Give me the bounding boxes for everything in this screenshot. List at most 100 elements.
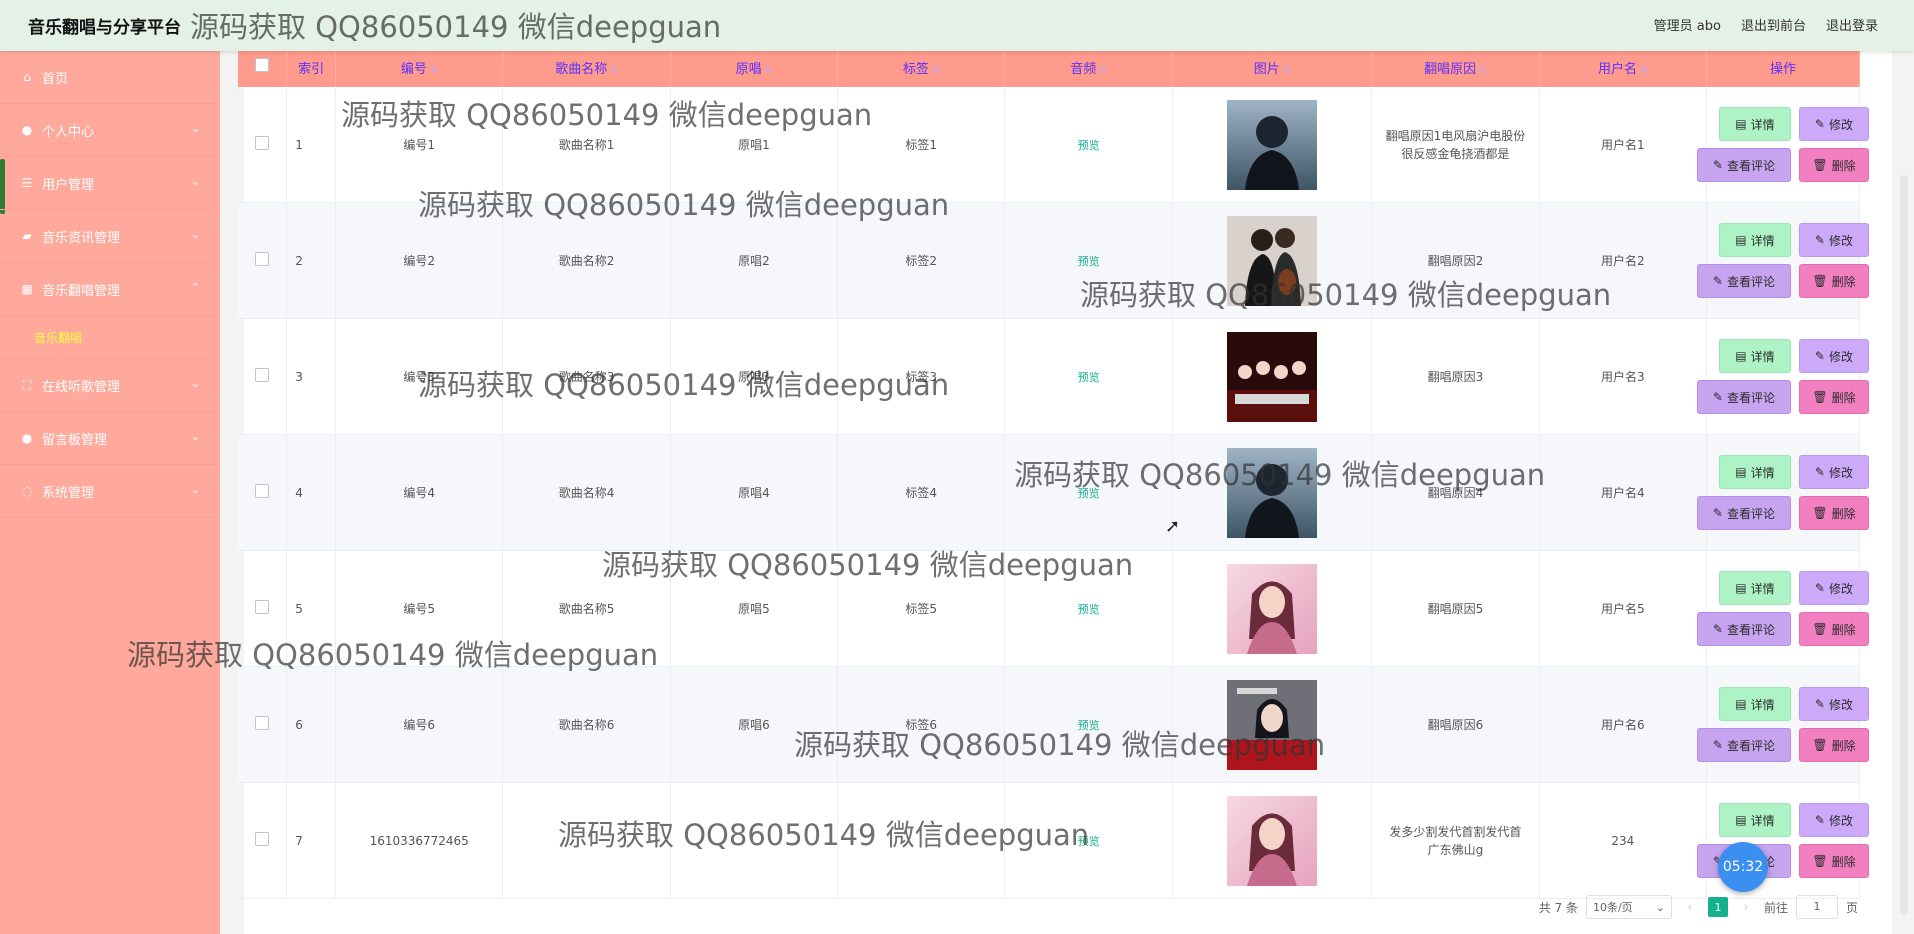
audio-preview-link[interactable]: 预览 xyxy=(1078,139,1100,152)
row-checkbox[interactable] xyxy=(255,716,270,730)
cover-image[interactable] xyxy=(1227,447,1317,538)
sidebar-item-system-management[interactable]: ◌ 系统管理 ⌄ xyxy=(0,465,220,518)
delete-button[interactable]: 🗑 删除 xyxy=(1798,612,1869,646)
page-1-button[interactable]: 1 xyxy=(1707,897,1728,917)
column-header[interactable]: 翻唱原因 ⇅ xyxy=(1371,47,1540,87)
edit-button[interactable]: ✎ 修改 xyxy=(1798,803,1869,837)
row-select-cell[interactable] xyxy=(238,202,288,319)
column-header[interactable]: 编号 ⇅ xyxy=(335,47,504,87)
edit-button[interactable]: ✎ 修改 xyxy=(1798,455,1869,489)
delete-button[interactable]: 🗑 删除 xyxy=(1798,844,1869,878)
sort-icon[interactable]: ⇅ xyxy=(765,66,773,76)
detail-button[interactable]: ▤ 详情 xyxy=(1718,803,1791,837)
view-comments-button[interactable]: ✎查看评论 xyxy=(1696,148,1791,182)
view-comments-button[interactable]: ✎查看评论 xyxy=(1696,728,1791,762)
sort-icon[interactable]: ⇅ xyxy=(932,66,940,76)
timer-badge[interactable]: 05:32 xyxy=(1718,842,1768,892)
actions-cell: ▤详情✎修改✎查看评论🗑删除 xyxy=(1696,434,1869,551)
audio-preview-link[interactable]: 预览 xyxy=(1078,255,1100,268)
row-checkbox[interactable] xyxy=(255,252,270,266)
edit-button[interactable]: ✎ 修改 xyxy=(1798,107,1869,141)
goto-page-input[interactable]: 1 xyxy=(1795,895,1838,919)
cover-image[interactable] xyxy=(1227,331,1317,422)
detail-button[interactable]: ▤ 详情 xyxy=(1718,455,1791,489)
sort-icon[interactable]: ⇅ xyxy=(1479,66,1487,76)
row-select-cell[interactable] xyxy=(238,318,288,435)
sort-icon[interactable]: ⇅ xyxy=(610,66,618,76)
column-header[interactable]: 歌曲名称 ⇅ xyxy=(502,47,671,87)
sidebar-subitem-music-cover[interactable]: 音乐翻唱 xyxy=(0,316,220,359)
cover-image[interactable] xyxy=(1227,563,1317,654)
code-cell: 编号1 xyxy=(335,87,504,203)
row-checkbox[interactable] xyxy=(255,832,270,846)
column-header[interactable]: 音频 ⇅ xyxy=(1004,47,1173,87)
select-all-checkbox[interactable] xyxy=(255,58,270,72)
page-size-select[interactable]: 10条/页 ⌄ xyxy=(1585,895,1672,919)
delete-button[interactable]: 🗑 删除 xyxy=(1798,496,1869,530)
edit-button[interactable]: ✎ 修改 xyxy=(1798,223,1869,257)
row-select-cell[interactable] xyxy=(238,434,288,551)
view-comments-button[interactable]: ✎查看评论 xyxy=(1696,380,1791,414)
sidebar-item-message-board[interactable]: ● 留言板管理 ⌄ xyxy=(0,412,220,465)
row-checkbox[interactable] xyxy=(255,136,270,150)
cover-image[interactable] xyxy=(1227,795,1317,886)
sort-icon[interactable]: ⇅ xyxy=(1640,66,1648,76)
page-scrollbar[interactable] xyxy=(1900,175,1908,915)
delete-button[interactable]: 🗑 删除 xyxy=(1798,380,1869,414)
cover-reason-cell: 翻唱原因6 xyxy=(1371,666,1540,783)
index-cell: 7 xyxy=(286,782,337,899)
detail-button[interactable]: ▤ 详情 xyxy=(1718,339,1791,373)
logout-link[interactable]: 退出登录 xyxy=(1826,15,1878,34)
detail-button[interactable]: ▤ 详情 xyxy=(1718,687,1791,721)
audio-preview-link[interactable]: 预览 xyxy=(1078,487,1100,500)
audio-preview-link[interactable]: 预览 xyxy=(1078,835,1100,848)
delete-button[interactable]: 🗑 删除 xyxy=(1798,148,1869,182)
sort-icon[interactable]: ⇅ xyxy=(1283,66,1291,76)
cover-image[interactable] xyxy=(1227,215,1317,306)
detail-button[interactable]: ▤ 详情 xyxy=(1718,223,1791,257)
delete-button[interactable]: 🗑 删除 xyxy=(1798,728,1869,762)
row-select-cell[interactable] xyxy=(238,550,288,667)
pencil-icon: ✎ xyxy=(1814,697,1825,711)
edit-button[interactable]: ✎ 修改 xyxy=(1798,687,1869,721)
cover-image[interactable] xyxy=(1227,99,1317,190)
sidebar-item-music-news[interactable]: ▰ 音乐资讯管理 ⌄ xyxy=(0,210,220,263)
sort-icon[interactable]: ⇅ xyxy=(430,66,438,76)
row-select-cell[interactable] xyxy=(238,666,288,783)
sort-icon[interactable]: ⇅ xyxy=(1099,66,1107,76)
audio-preview-link[interactable]: 预览 xyxy=(1078,719,1100,732)
sidebar-item-cover-management[interactable]: ▦ 音乐翻唱管理 ⌃ xyxy=(0,263,220,316)
username-cell: 用户名4 xyxy=(1539,434,1707,551)
column-header[interactable]: 用户名 ⇅ xyxy=(1539,47,1707,87)
row-checkbox[interactable] xyxy=(255,484,270,498)
column-header[interactable]: 原唱 ⇅ xyxy=(670,47,839,87)
sidebar-item-home[interactable]: ⌂ 首页 xyxy=(0,51,220,104)
edit-button[interactable]: ✎ 修改 xyxy=(1798,571,1869,605)
detail-button[interactable]: ▤ 详情 xyxy=(1718,107,1791,141)
row-checkbox[interactable] xyxy=(255,600,270,614)
column-header[interactable]: 图片 ⇅ xyxy=(1172,47,1373,87)
index-cell: 1 xyxy=(286,87,337,203)
view-comments-button[interactable]: ✎查看评论 xyxy=(1696,496,1791,530)
audio-preview-link[interactable]: 预览 xyxy=(1078,603,1100,616)
sidebar-item-user-management[interactable]: ☰ 用户管理 ⌄ xyxy=(0,157,220,210)
cover-image[interactable] xyxy=(1227,679,1317,770)
select-all-cell[interactable] xyxy=(238,47,288,87)
chevron-down-icon: ⌄ xyxy=(190,122,200,135)
next-page-icon[interactable]: › xyxy=(1736,900,1756,914)
edit-button[interactable]: ✎ 修改 xyxy=(1798,339,1869,373)
image-cell xyxy=(1172,666,1373,783)
row-checkbox[interactable] xyxy=(255,368,270,382)
delete-button[interactable]: 🗑 删除 xyxy=(1798,264,1869,298)
row-select-cell[interactable] xyxy=(238,782,288,899)
audio-preview-link[interactable]: 预览 xyxy=(1078,371,1100,384)
sidebar-item-online-listening[interactable]: ⛶ 在线听歌管理 ⌄ xyxy=(0,359,220,412)
exit-to-front-link[interactable]: 退出到前台 xyxy=(1741,15,1806,34)
row-select-cell[interactable] xyxy=(238,87,288,203)
view-comments-button[interactable]: ✎查看评论 xyxy=(1696,612,1791,646)
detail-button[interactable]: ▤ 详情 xyxy=(1718,571,1791,605)
view-comments-button[interactable]: ✎查看评论 xyxy=(1696,264,1791,298)
column-header[interactable]: 标签 ⇅ xyxy=(837,47,1006,87)
sidebar-item-personal-center[interactable]: ● 个人中心 ⌄ xyxy=(0,104,220,157)
prev-page-icon[interactable]: ‹ xyxy=(1680,900,1700,914)
